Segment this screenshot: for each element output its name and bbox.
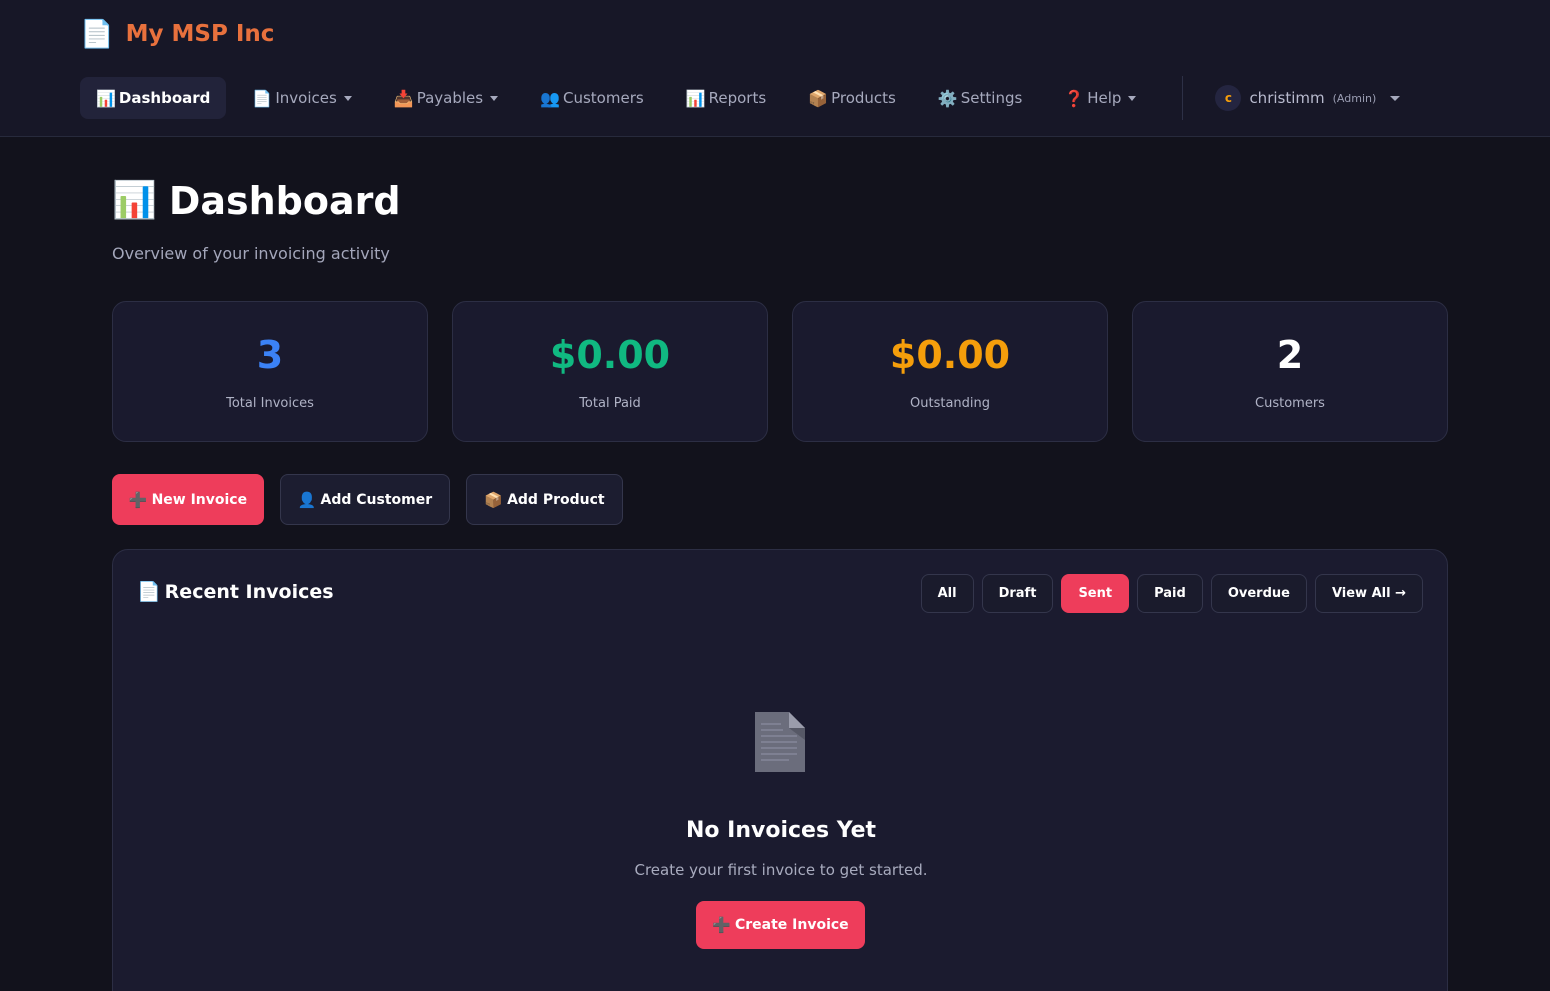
chevron-down-icon (1128, 95, 1137, 101)
nav-help[interactable]: ❓ Help (1048, 77, 1152, 119)
stat-card-total-invoices: 3 Total Invoices (112, 301, 428, 442)
nav-customers-label: Customers (563, 89, 644, 107)
quick-actions: ➕ New Invoice 👤 Add Customer 📦 Add Produ… (112, 474, 623, 525)
nav-divider (1182, 76, 1184, 120)
stat-label: Total Paid (579, 396, 641, 411)
nav-invoices[interactable]: 📄 Invoices (236, 77, 367, 119)
top-navigation-bar: 📄 My MSP Inc 📊 Dashboard 📄 Invoices 📥 Pa… (0, 0, 1550, 137)
chevron-down-icon (343, 95, 352, 101)
nav-products[interactable]: 📦 Products (792, 77, 912, 119)
document-icon: 📄 (137, 581, 161, 603)
filter-draft[interactable]: Draft (981, 574, 1054, 613)
nav-products-label: Products (831, 89, 896, 107)
create-invoice-label: Create Invoice (734, 917, 849, 933)
empty-document-icon (755, 712, 805, 772)
recent-invoices-title: Recent Invoices (164, 580, 334, 603)
package-icon: 📦 (484, 490, 504, 509)
plus-icon: ➕ (128, 490, 148, 509)
stat-value: $0.00 (889, 333, 1011, 377)
user-menu[interactable]: c christimm (Admin) (1201, 77, 1414, 119)
nav-settings[interactable]: ⚙️ Settings (922, 77, 1038, 119)
nav-payables[interactable]: 📥 Payables (378, 77, 514, 119)
people-icon: 👥 (540, 88, 560, 108)
brand[interactable]: 📄 My MSP Inc (80, 16, 274, 52)
brand-name: My MSP Inc (125, 21, 275, 47)
stat-label: Customers (1255, 396, 1325, 411)
empty-state-text: Create your first invoice to get started… (634, 861, 928, 879)
add-product-button[interactable]: 📦 Add Product (466, 474, 623, 525)
invoice-filters: All Draft Sent Paid Overdue View All → (920, 574, 1423, 613)
package-icon: 📦 (808, 88, 829, 108)
nav-settings-label: Settings (960, 89, 1023, 107)
chevron-down-icon (490, 95, 499, 101)
filter-paid[interactable]: Paid (1137, 574, 1203, 613)
page-title-text: Dashboard (168, 179, 401, 223)
bar-chart-icon: 📊 (96, 88, 116, 108)
page-subtitle: Overview of your invoicing activity (112, 244, 390, 263)
nav-customers[interactable]: 👥 Customers (524, 77, 660, 119)
add-customer-label: Add Customer (320, 491, 433, 508)
recent-invoices-heading: 📄 Recent Invoices (137, 580, 334, 604)
avatar: c (1215, 85, 1242, 111)
nav-dashboard[interactable]: 📊 Dashboard (80, 77, 227, 119)
document-icon: 📄 (80, 18, 114, 50)
nav-invoices-label: Invoices (275, 89, 337, 107)
bar-chart-icon: 📊 (112, 180, 157, 221)
stat-value: $0.00 (549, 333, 671, 377)
view-all-link[interactable]: View All → (1314, 574, 1423, 613)
new-invoice-button[interactable]: ➕ New Invoice (112, 474, 264, 525)
stat-card-customers: 2 Customers (1132, 301, 1448, 442)
nav-reports-label: Reports (708, 89, 767, 107)
nav-help-label: Help (1087, 89, 1122, 107)
user-name: christimm (1249, 89, 1325, 107)
stat-value: 3 (256, 333, 284, 377)
new-invoice-label: New Invoice (151, 491, 248, 508)
empty-state-title: No Invoices Yet (685, 818, 877, 843)
recent-invoices-panel: 📄 Recent Invoices All Draft Sent Paid Ov… (112, 549, 1448, 991)
user-icon: 👤 (297, 490, 317, 509)
plus-icon: ➕ (712, 916, 731, 934)
nav-reports[interactable]: 📊 Reports (670, 77, 782, 119)
question-icon: ❓ (1064, 88, 1085, 108)
page-title: 📊 Dashboard (112, 176, 401, 226)
create-invoice-button[interactable]: ➕ Create Invoice (696, 901, 865, 949)
chevron-down-icon (1390, 95, 1401, 101)
bar-chart-icon: 📊 (685, 88, 706, 108)
stat-label: Total Invoices (226, 396, 314, 411)
stats-row: 3 Total Invoices $0.00 Total Paid $0.00 … (112, 301, 1448, 442)
user-role: (Admin) (1332, 91, 1377, 105)
document-icon: 📄 (252, 88, 273, 108)
filter-sent[interactable]: Sent (1061, 574, 1130, 613)
filter-all[interactable]: All (920, 574, 974, 613)
stat-card-outstanding: $0.00 Outstanding (792, 301, 1108, 442)
nav-payables-label: Payables (416, 89, 484, 107)
stat-label: Outstanding (910, 396, 990, 411)
add-customer-button[interactable]: 👤 Add Customer (280, 474, 450, 525)
gear-icon: ⚙️ (937, 88, 958, 108)
add-product-label: Add Product (507, 491, 605, 508)
inbox-tray-icon: 📥 (393, 88, 414, 108)
filter-overdue[interactable]: Overdue (1210, 574, 1307, 613)
stat-value: 2 (1276, 333, 1304, 377)
nav-dashboard-label: Dashboard (118, 89, 211, 107)
stat-card-total-paid: $0.00 Total Paid (452, 301, 768, 442)
main-nav: 📊 Dashboard 📄 Invoices 📥 Payables 👥 Cust… (80, 76, 1414, 120)
